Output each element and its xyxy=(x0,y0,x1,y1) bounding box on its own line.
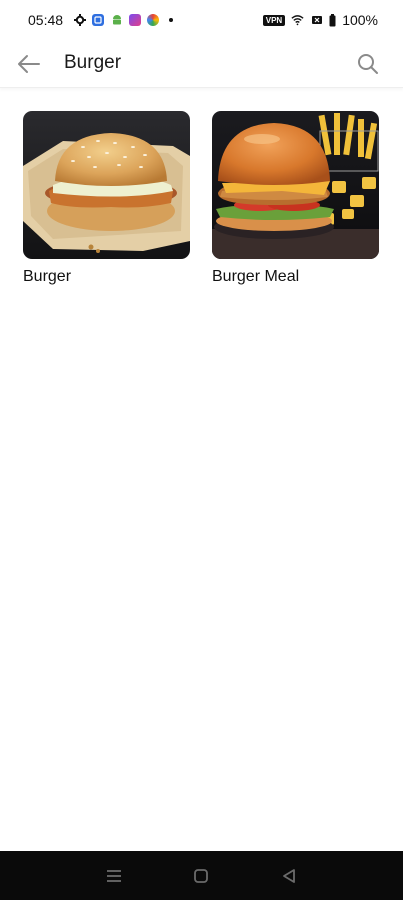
wifi-icon xyxy=(291,14,304,27)
battery-icon xyxy=(329,13,336,27)
recent-apps-button[interactable] xyxy=(99,861,129,891)
item-card-burger[interactable]: Burger xyxy=(23,111,190,287)
item-label: Burger Meal xyxy=(212,268,300,285)
app-bar: Burger xyxy=(0,40,403,88)
battery-percentage: 100% xyxy=(342,12,378,28)
page-title: Burger xyxy=(64,52,122,73)
item-label: Burger xyxy=(23,268,72,285)
status-left: 05:48 xyxy=(28,12,174,28)
sim-icon xyxy=(310,14,323,27)
status-bar: 05:48 VPN 100% xyxy=(0,0,403,40)
notification-dot xyxy=(169,18,174,22)
search-icon xyxy=(358,54,378,74)
search-button[interactable] xyxy=(353,49,383,79)
burger-image xyxy=(23,111,190,259)
settings-icon xyxy=(73,14,86,27)
arrow-left-icon xyxy=(18,55,40,73)
item-grid: Burger Burger Meal xyxy=(23,111,383,287)
home-icon xyxy=(194,868,209,883)
back-button[interactable] xyxy=(14,49,44,79)
app-icon-blue xyxy=(92,14,105,26)
item-card-burger-meal[interactable]: Burger Meal xyxy=(212,111,379,287)
app-icon-colorful xyxy=(147,14,160,26)
app-icon-pink xyxy=(129,14,142,26)
menu-icon xyxy=(106,869,121,882)
burger-meal-image xyxy=(212,111,379,259)
back-triangle-icon xyxy=(283,868,296,883)
android-icon xyxy=(110,14,123,27)
status-right: VPN 100% xyxy=(262,12,378,28)
status-time: 05:48 xyxy=(28,12,64,28)
back-nav-button[interactable] xyxy=(274,861,304,891)
system-nav-bar xyxy=(0,851,403,900)
screen: 05:48 VPN 100% Burger Burger Burger Meal xyxy=(0,0,403,900)
home-button[interactable] xyxy=(186,861,216,891)
vpn-icon: VPN xyxy=(262,14,286,26)
